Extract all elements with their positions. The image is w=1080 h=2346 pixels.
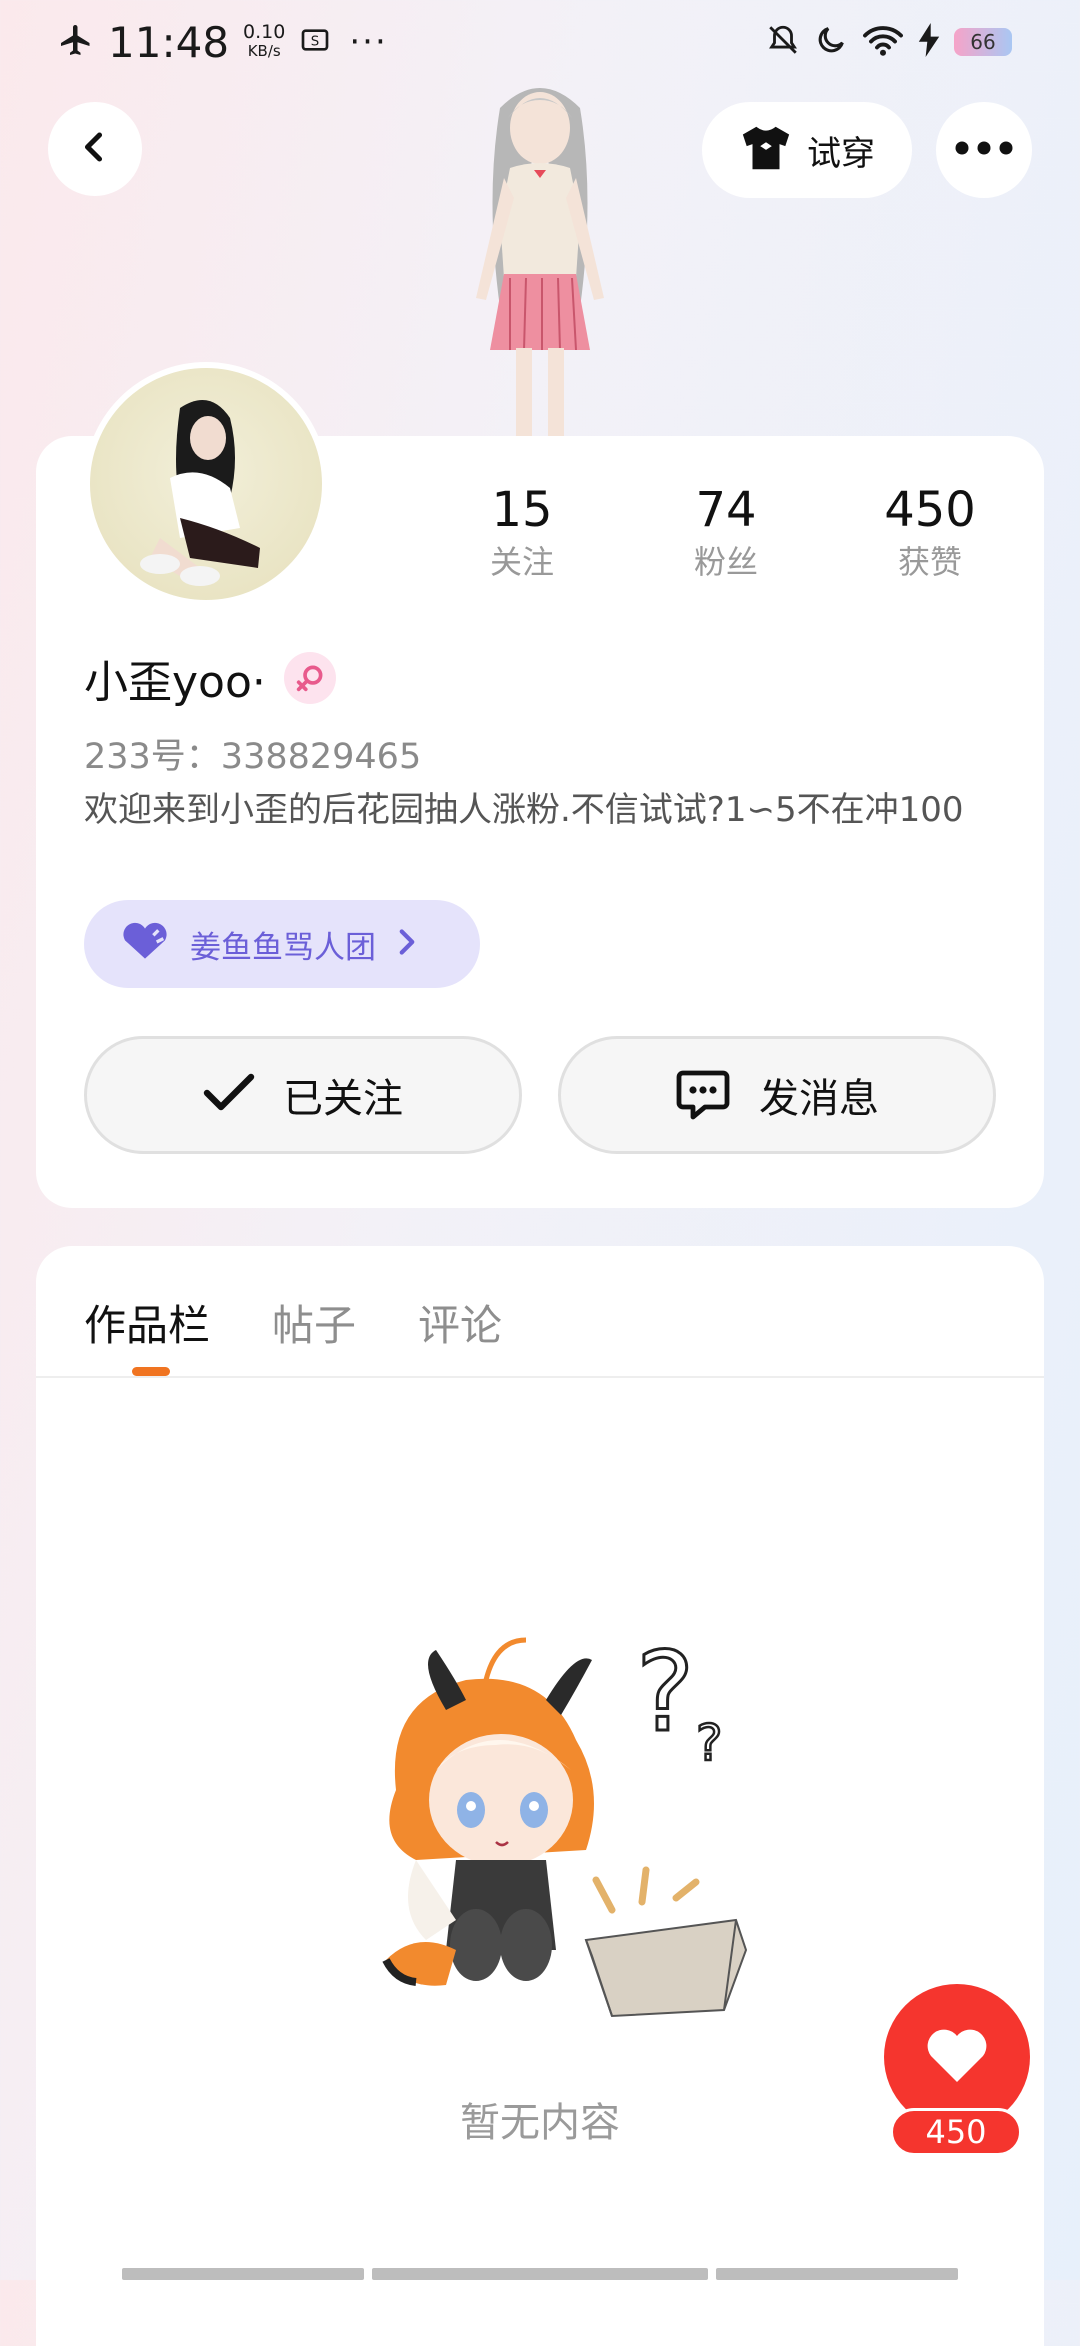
heart-icon	[925, 2026, 989, 2088]
status-time: 11:48	[108, 17, 230, 67]
status-bar: 11:48 0.10 KB/s S ··· 66	[0, 0, 1080, 84]
stat-likes[interactable]: 450 获赞	[840, 480, 1020, 584]
send-message-button[interactable]: 发消息	[558, 1036, 996, 1154]
stat-following-value: 15	[491, 482, 553, 538]
stat-followers-value: 74	[695, 482, 757, 538]
svg-text:S: S	[311, 34, 319, 49]
battery-level: 66	[954, 28, 1012, 56]
female-gender-icon	[283, 652, 336, 704]
following-button[interactable]: 已关注	[84, 1036, 522, 1154]
back-button[interactable]	[48, 102, 142, 196]
status-more-indicator: ···	[349, 22, 388, 62]
stat-followers[interactable]: 74 粉丝	[636, 480, 816, 584]
network-speed-value: 0.10	[243, 21, 286, 43]
screenshot-icon: S	[299, 24, 331, 60]
tab-posts[interactable]: 帖子	[272, 1292, 356, 1353]
purple-heart-icon	[120, 922, 170, 966]
try-on-label: 试穿	[807, 133, 875, 174]
network-speed-unit: KB/s	[247, 42, 281, 60]
stat-following-label: 关注	[489, 543, 554, 581]
content-preview-edge	[716, 2268, 958, 2280]
chevron-left-icon	[77, 129, 113, 169]
profile-stats: 15 关注 74 粉丝 450 获赞	[0, 480, 1080, 600]
wifi-icon	[862, 23, 904, 61]
svg-text:?: ?	[696, 1714, 723, 1772]
empty-state-illustration: ? ?	[356, 1620, 756, 2040]
try-on-button[interactable]: 试穿	[702, 102, 912, 198]
charging-icon	[918, 23, 940, 61]
do-not-disturb-moon-icon	[814, 23, 848, 61]
like-count-badge: 450	[890, 2108, 1022, 2156]
fan-group-label: 姜鱼鱼骂人团	[190, 929, 376, 966]
active-tab-indicator	[132, 1367, 170, 1376]
following-label: 已关注	[283, 1076, 403, 1122]
tab-works[interactable]: 作品栏	[84, 1292, 210, 1353]
network-speed: 0.10 KB/s	[243, 23, 285, 61]
profile-tabs: 作品栏 帖子 评论	[84, 1282, 502, 1362]
user-id: 233号：338829465	[84, 737, 422, 777]
tab-comments[interactable]: 评论	[418, 1292, 502, 1353]
tab-divider	[36, 1376, 1044, 1378]
silent-mode-icon	[766, 23, 800, 61]
airplane-mode-icon	[58, 22, 94, 62]
chevron-right-icon	[396, 928, 418, 960]
user-bio: 欢迎来到小歪的后花园抽人涨粉.不信试试?1∽5不在冲100	[84, 790, 964, 830]
stat-likes-label: 获赞	[897, 543, 962, 581]
chat-bubble-icon	[675, 1065, 731, 1125]
stat-likes-value: 450	[884, 482, 976, 538]
fan-group-link[interactable]: 姜鱼鱼骂人团	[84, 900, 480, 988]
more-horizontal-icon	[954, 140, 1014, 160]
more-options-button[interactable]	[936, 102, 1032, 198]
send-message-label: 发消息	[759, 1076, 879, 1122]
tshirt-icon	[739, 124, 793, 176]
stat-followers-label: 粉丝	[693, 543, 758, 581]
content-preview-edge	[122, 2268, 364, 2280]
avatar-3d-character[interactable]	[430, 78, 650, 438]
stat-following[interactable]: 15 关注	[432, 480, 612, 584]
username: 小歪yoo·	[84, 657, 266, 708]
svg-text:?: ?	[636, 1628, 694, 1756]
username-row: 小歪yoo·	[84, 648, 336, 708]
checkmark-icon	[203, 1073, 255, 1117]
content-preview-edge	[372, 2268, 708, 2280]
